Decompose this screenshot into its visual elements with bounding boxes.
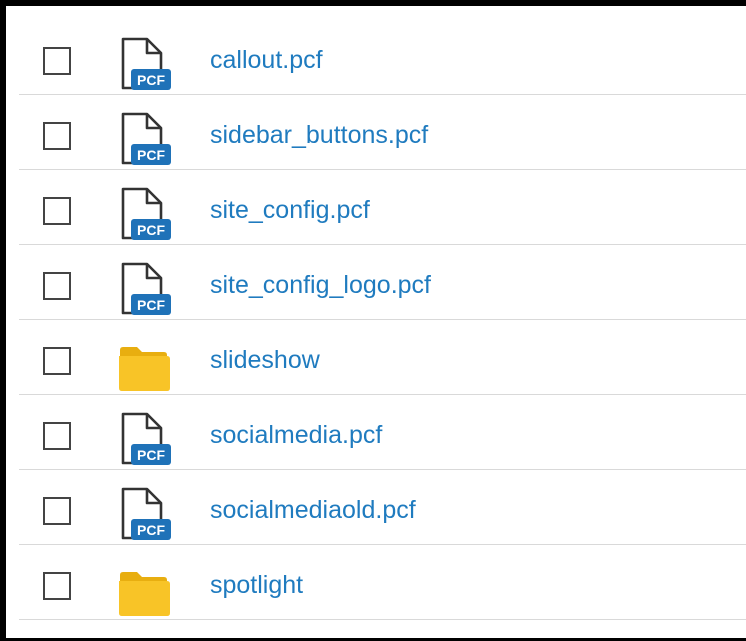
row-checkbox[interactable] (43, 272, 71, 300)
file-row-1: PCF sidebar_buttons.pcf (19, 95, 746, 170)
file-row-3: PCF site_config_logo.pcf (19, 245, 746, 320)
file-list: PCF callout.pcf PCF sidebar_buttons.pcf … (19, 20, 746, 620)
row-checkbox[interactable] (43, 497, 71, 525)
folder-icon (115, 561, 173, 619)
file-row-5: PCF socialmedia.pcf (19, 395, 746, 470)
pcf-badge-text: PCF (137, 222, 165, 238)
file-row-6: PCF socialmediaold.pcf (19, 470, 746, 545)
file-row-4: slideshow (19, 320, 746, 395)
file-name-link[interactable]: socialmedia.pcf (210, 413, 382, 457)
row-checkbox[interactable] (43, 197, 71, 225)
pcf-badge-text: PCF (137, 297, 165, 313)
pcf-file-icon: PCF (115, 261, 173, 319)
file-name-link[interactable]: site_config.pcf (210, 188, 370, 232)
file-name-link[interactable]: socialmediaold.pcf (210, 488, 416, 532)
file-row-2: PCF site_config.pcf (19, 170, 746, 245)
pcf-badge-text: PCF (137, 447, 165, 463)
pcf-file-icon: PCF (115, 486, 173, 544)
row-checkbox[interactable] (43, 347, 71, 375)
file-list-panel: PCF callout.pcf PCF sidebar_buttons.pcf … (0, 0, 746, 641)
row-checkbox[interactable] (43, 422, 71, 450)
pcf-badge-text: PCF (137, 147, 165, 163)
pcf-file-icon: PCF (115, 411, 173, 469)
file-name-link[interactable]: site_config_logo.pcf (210, 263, 431, 307)
row-checkbox[interactable] (43, 47, 71, 75)
file-name-link[interactable]: callout.pcf (210, 38, 323, 82)
pcf-file-icon: PCF (115, 36, 173, 94)
file-name-link[interactable]: slideshow (210, 338, 320, 382)
row-checkbox[interactable] (43, 122, 71, 150)
file-name-link[interactable]: spotlight (210, 563, 303, 607)
folder-icon (115, 336, 173, 394)
pcf-file-icon: PCF (115, 111, 173, 169)
file-name-link[interactable]: sidebar_buttons.pcf (210, 113, 428, 157)
pcf-badge-text: PCF (137, 522, 165, 538)
pcf-file-icon: PCF (115, 186, 173, 244)
file-row-0: PCF callout.pcf (19, 20, 746, 95)
row-checkbox[interactable] (43, 572, 71, 600)
file-row-7: spotlight (19, 545, 746, 620)
pcf-badge-text: PCF (137, 72, 165, 88)
